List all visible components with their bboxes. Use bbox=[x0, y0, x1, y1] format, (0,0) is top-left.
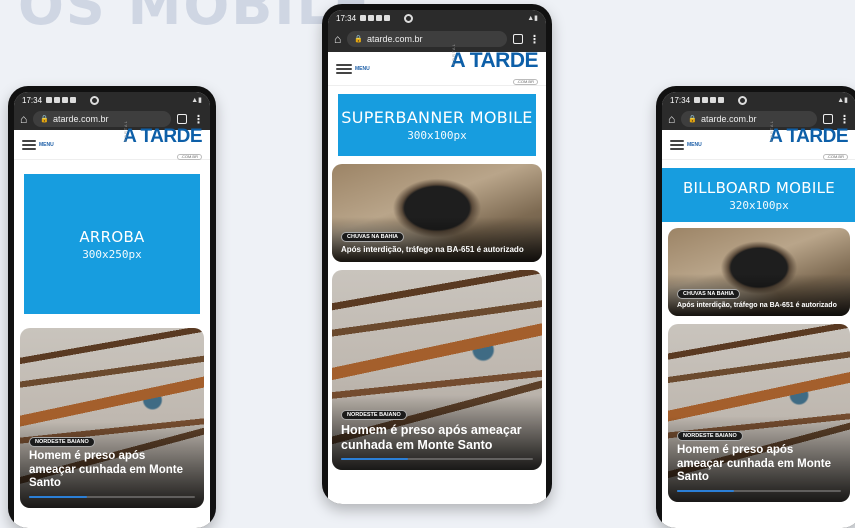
url-text: atarde.com.br bbox=[366, 34, 423, 44]
address-field[interactable]: 🔒 atarde.com.br bbox=[33, 111, 171, 127]
camera-icon bbox=[404, 13, 414, 23]
tabs-icon[interactable] bbox=[177, 114, 187, 124]
category-badge[interactable]: NORDESTE BAIANO bbox=[677, 431, 743, 442]
news-headline[interactable]: Homem é preso após ameaçar cunhada em Mo… bbox=[29, 450, 195, 490]
tabs-icon[interactable] bbox=[823, 114, 833, 124]
page-heading: OS MOBILE bbox=[18, 0, 372, 37]
site-header: MENU PORTAL A TARDE .COM.BR bbox=[14, 120, 210, 162]
news-card[interactable]: NORDESTE BAIANO Homem é preso após ameaç… bbox=[668, 324, 850, 502]
site-logo[interactable]: PORTAL A TARDE .COM.BR bbox=[450, 43, 538, 87]
news-card[interactable]: NORDESTE BAIANO Homem é preso após ameaç… bbox=[20, 328, 204, 508]
category-badge[interactable]: NORDESTE BAIANO bbox=[29, 437, 95, 448]
ad-size: 320x100px bbox=[729, 198, 789, 212]
notification-icons bbox=[694, 97, 725, 103]
menu-button[interactable]: MENU bbox=[336, 63, 370, 74]
lock-icon: 🔒 bbox=[354, 36, 363, 43]
menu-button[interactable]: MENU bbox=[670, 139, 702, 150]
status-time: 17:34 bbox=[670, 95, 691, 105]
ad-size: 300x100px bbox=[407, 129, 467, 142]
site-header: MENU PORTAL A TARDE .COM.BR bbox=[328, 43, 546, 87]
category-badge[interactable]: CHUVAS NA BAHIA bbox=[341, 231, 405, 242]
lock-icon: 🔒 bbox=[40, 116, 49, 123]
camera-icon bbox=[738, 95, 748, 105]
tabs-icon[interactable] bbox=[513, 34, 523, 44]
ad-placeholder[interactable]: ARROBA 300x250px bbox=[24, 174, 200, 314]
phone-arroba: 17:34 ▲▮ ⌂ 🔒 atarde.com.br ⋮ MENU PORTAL… bbox=[8, 86, 216, 528]
address-field[interactable]: 🔒 atarde.com.br bbox=[347, 31, 507, 47]
hamburger-icon bbox=[336, 63, 352, 74]
news-headline[interactable]: Homem é preso após ameaçar cunhada em Mo… bbox=[677, 444, 841, 484]
hamburger-icon bbox=[670, 139, 684, 150]
ad-name: SUPERBANNER MOBILE bbox=[341, 108, 533, 127]
site-logo[interactable]: PORTAL A TARDE .COM.BR bbox=[123, 120, 202, 162]
notification-icons bbox=[360, 15, 391, 21]
url-text: atarde.com.br bbox=[700, 114, 757, 124]
signal-battery-icon: ▲▮ bbox=[191, 97, 202, 104]
signal-battery-icon: ▲▮ bbox=[527, 15, 538, 22]
status-bar: 17:34 ▲▮ bbox=[328, 10, 546, 26]
browser-menu-icon[interactable]: ⋮ bbox=[193, 113, 204, 126]
news-card[interactable]: CHUVAS NA BAHIA Após interdição, tráfego… bbox=[668, 228, 850, 316]
signal-battery-icon: ▲▮ bbox=[837, 97, 848, 104]
card-overlay: CHUVAS NA BAHIA Após interdição, tráfego… bbox=[332, 216, 542, 262]
phone-screen: 17:34 ▲▮ ⌂ 🔒 atarde.com.br ⋮ MENU PORTAL… bbox=[328, 10, 546, 504]
ad-placeholder[interactable]: BILLBOARD MOBILE 320x100px bbox=[662, 168, 855, 222]
news-card[interactable]: CHUVAS NA BAHIA Após interdição, tráfego… bbox=[332, 164, 542, 262]
ad-name: BILLBOARD MOBILE bbox=[682, 178, 836, 197]
ad-placeholder[interactable]: SUPERBANNER MOBILE 300x100px bbox=[338, 94, 536, 156]
home-icon[interactable]: ⌂ bbox=[20, 112, 27, 126]
phone-billboard: 17:34 ▲▮ ⌂ 🔒 atarde.com.br ⋮ MENU PORTAL… bbox=[656, 86, 855, 528]
card-overlay: NORDESTE BAIANO Homem é preso após ameaç… bbox=[20, 422, 204, 508]
news-headline[interactable]: Após interdição, tráfego na BA-651 é aut… bbox=[677, 302, 841, 310]
status-time: 17:34 bbox=[22, 95, 43, 105]
category-badge[interactable]: CHUVAS NA BAHIA bbox=[677, 288, 741, 299]
carousel-progress bbox=[677, 490, 841, 492]
phone-superbanner: 17:34 ▲▮ ⌂ 🔒 atarde.com.br ⋮ MENU PORTAL… bbox=[322, 4, 552, 504]
carousel-progress bbox=[341, 458, 533, 460]
news-headline[interactable]: Após interdição, tráfego na BA-651 é aut… bbox=[341, 245, 533, 254]
home-icon[interactable]: ⌂ bbox=[334, 32, 341, 46]
lock-icon: 🔒 bbox=[688, 116, 697, 123]
carousel-progress bbox=[29, 496, 195, 498]
ad-size: 300x250px bbox=[82, 247, 142, 261]
phone-screen: 17:34 ▲▮ ⌂ 🔒 atarde.com.br ⋮ MENU PORTAL… bbox=[14, 92, 210, 528]
status-bar: 17:34 ▲▮ bbox=[662, 92, 855, 108]
category-badge[interactable]: NORDESTE BAIANO bbox=[341, 410, 407, 421]
address-field[interactable]: 🔒 atarde.com.br bbox=[681, 111, 817, 127]
card-overlay: CHUVAS NA BAHIA Após interdição, tráfego… bbox=[668, 273, 850, 316]
ad-name: ARROBA bbox=[79, 227, 145, 246]
browser-menu-icon[interactable]: ⋮ bbox=[839, 113, 850, 126]
phone-screen: 17:34 ▲▮ ⌂ 🔒 atarde.com.br ⋮ MENU PORTAL… bbox=[662, 92, 855, 528]
menu-label: MENU bbox=[687, 141, 702, 148]
hamburger-icon bbox=[22, 139, 36, 150]
card-overlay: NORDESTE BAIANO Homem é preso após ameaç… bbox=[332, 395, 542, 470]
menu-label: MENU bbox=[39, 141, 54, 148]
site-logo[interactable]: PORTAL A TARDE .COM.BR bbox=[769, 120, 848, 162]
status-time: 17:34 bbox=[336, 13, 357, 23]
menu-label: MENU bbox=[355, 65, 370, 72]
camera-icon bbox=[90, 95, 100, 105]
browser-menu-icon[interactable]: ⋮ bbox=[529, 33, 540, 46]
home-icon[interactable]: ⌂ bbox=[668, 112, 675, 126]
status-bar: 17:34 ▲▮ bbox=[14, 92, 210, 108]
news-card[interactable]: NORDESTE BAIANO Homem é preso após ameaç… bbox=[332, 270, 542, 470]
news-headline[interactable]: Homem é preso após ameaçar cunhada em Mo… bbox=[341, 423, 533, 452]
url-text: atarde.com.br bbox=[52, 114, 109, 124]
card-overlay: NORDESTE BAIANO Homem é preso após ameaç… bbox=[668, 416, 850, 502]
notification-icons bbox=[46, 97, 77, 103]
menu-button[interactable]: MENU bbox=[22, 139, 54, 150]
site-header: MENU PORTAL A TARDE .COM.BR bbox=[662, 120, 855, 162]
